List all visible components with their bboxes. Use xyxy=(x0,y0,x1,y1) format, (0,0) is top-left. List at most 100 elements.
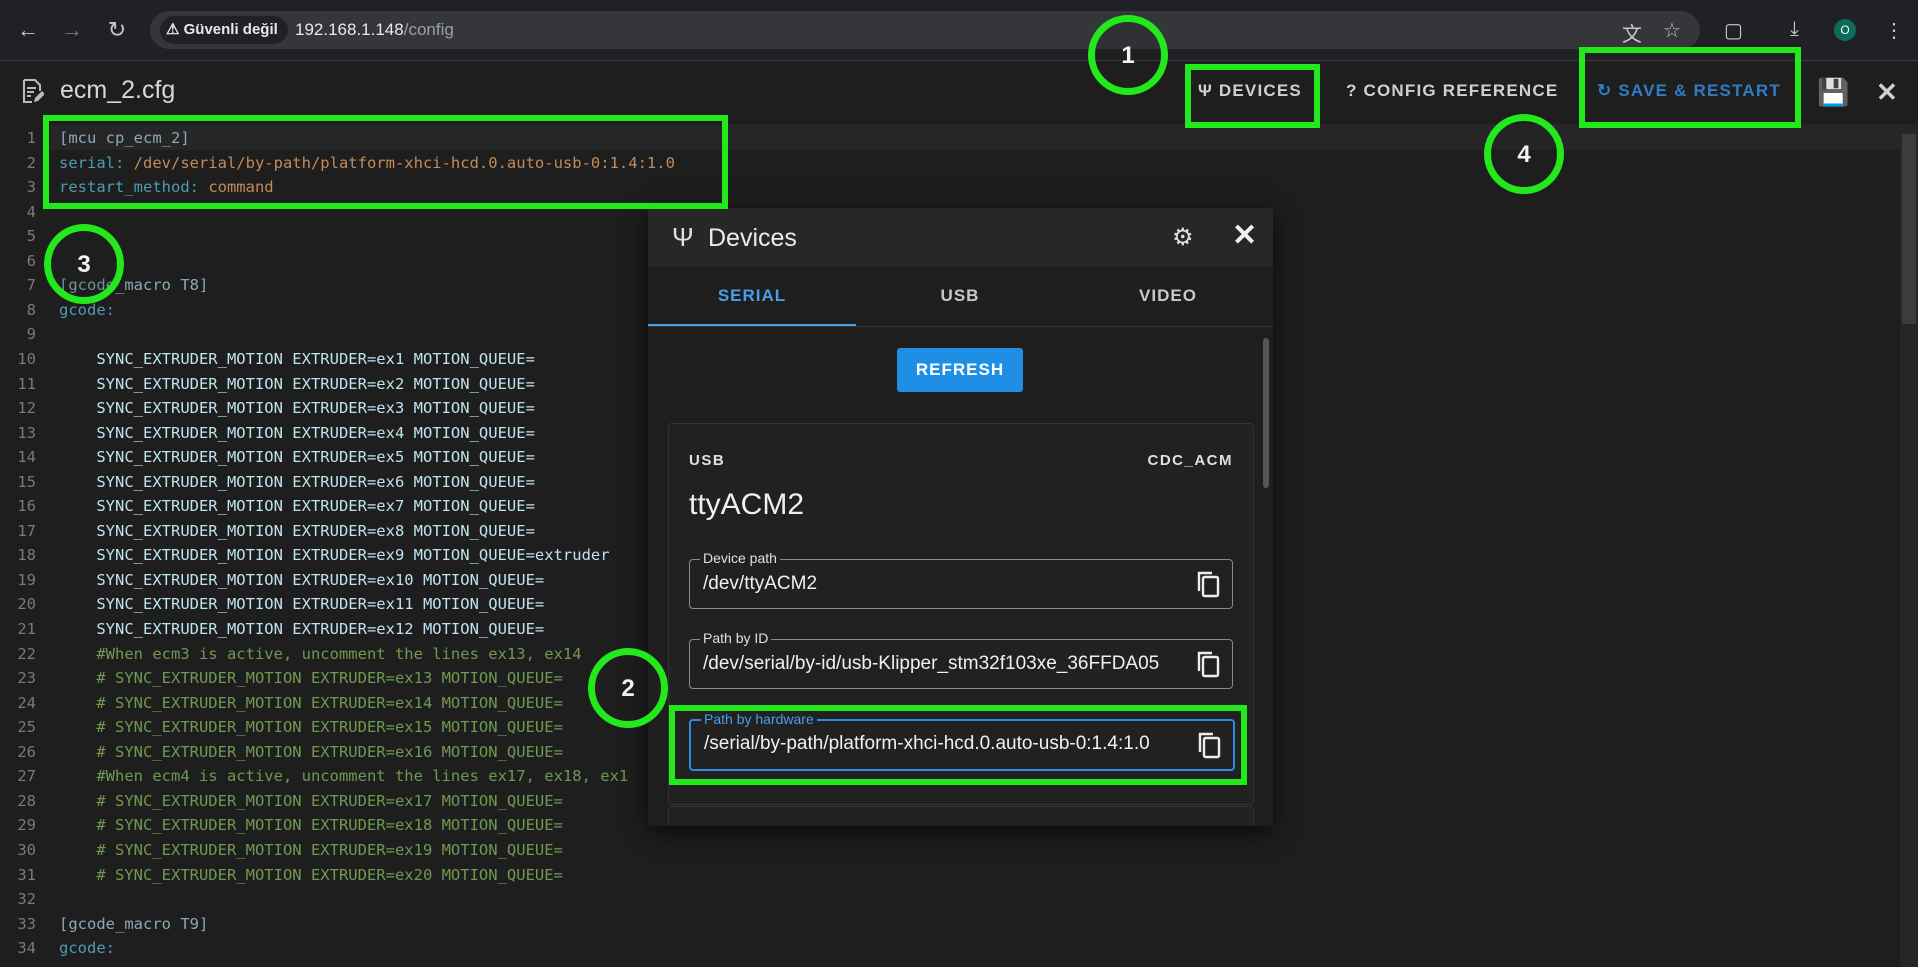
line-content: # SYNC_EXTRUDER_MOTION EXTRUDER=ex13 MOT… xyxy=(59,666,563,690)
address-bar[interactable]: ⚠ Güvenli değil 192.168.1.148/config xyxy=(150,11,1700,49)
line-number: 21 xyxy=(17,620,36,638)
line-content: #When ecm3 is active, uncomment the line… xyxy=(59,642,582,666)
line-number: 10 xyxy=(17,349,36,368)
line-number: 11 xyxy=(17,374,36,393)
extensions-icon[interactable]: ▢ xyxy=(1724,18,1743,43)
line-number: 26 xyxy=(17,742,36,761)
code-line[interactable]: 31 # SYNC_EXTRUDER_MOTION EXTRUDER=ex20 … xyxy=(0,863,1900,887)
device-path-label: Device path xyxy=(700,550,780,566)
code-line[interactable]: 34 gcode: xyxy=(0,936,1900,960)
tab-serial[interactable]: SERIAL xyxy=(648,266,856,326)
save-icon[interactable]: 💾 xyxy=(1817,77,1849,108)
line-content: SYNC_EXTRUDER_MOTION EXTRUDER=ex10 MOTIO… xyxy=(59,568,544,592)
line-number: 16 xyxy=(17,497,36,516)
code-token: SYNC_EXTRUDER_MOTION EXTRUDER=ex2 MOTION… xyxy=(59,374,535,393)
code-token: SYNC_EXTRUDER_MOTION EXTRUDER=ex10 MOTIO… xyxy=(59,570,545,589)
dialog-title-bar: Ψ Devices ⚙ ✕ xyxy=(648,208,1273,266)
code-token: SYNC_EXTRUDER_MOTION EXTRUDER=ex6 MOTION… xyxy=(59,472,535,491)
back-arrow-icon[interactable]: ← xyxy=(14,16,42,44)
line-content: SYNC_EXTRUDER_MOTION EXTRUDER=ex12 MOTIO… xyxy=(59,617,544,641)
line-content: SYNC_EXTRUDER_MOTION EXTRUDER=ex9 MOTION… xyxy=(59,543,610,567)
line-content: SYNC_EXTRUDER_MOTION EXTRUDER=ex11 MOTIO… xyxy=(59,592,544,616)
line-content: # SYNC_EXTRUDER_MOTION EXTRUDER=ex15 MOT… xyxy=(59,715,563,739)
line-number: 30 xyxy=(17,840,36,859)
config-reference-label: CONFIG REFERENCE xyxy=(1363,81,1559,100)
line-content: SYNC_EXTRUDER_MOTION EXTRUDER=ex8 MOTION… xyxy=(59,519,535,543)
url-host: 192.168.1.148 xyxy=(295,20,404,39)
line-number: 14 xyxy=(17,448,36,467)
editor-scrollbar[interactable] xyxy=(1900,124,1918,967)
line-content: SYNC_EXTRUDER_MOTION EXTRUDER=ex5 MOTION… xyxy=(59,445,535,469)
line-content: # SYNC_EXTRUDER_MOTION EXTRUDER=ex19 MOT… xyxy=(59,838,563,862)
path-by-id-field[interactable]: Path by ID /dev/serial/by-id/usb-Klipper… xyxy=(689,630,1233,689)
annotation-number: 3 xyxy=(77,251,91,278)
device-card xyxy=(668,806,1254,826)
device-path-field[interactable]: Device path /dev/ttyACM2 xyxy=(689,550,1233,609)
help-icon: ? xyxy=(1346,81,1358,100)
annotation-marker-2: 2 xyxy=(588,648,668,728)
line-number: 25 xyxy=(17,718,36,737)
refresh-button[interactable]: REFRESH xyxy=(897,348,1023,392)
code-token: SYNC_EXTRUDER_MOTION EXTRUDER=ex12 MOTIO… xyxy=(59,620,545,638)
code-token: SYNC_EXTRUDER_MOTION EXTRUDER=ex1 MOTION… xyxy=(59,349,535,368)
reload-icon[interactable]: ↻ xyxy=(103,16,131,44)
code-token: # SYNC_EXTRUDER_MOTION EXTRUDER=ex17 MOT… xyxy=(59,791,563,810)
code-token: SYNC_EXTRUDER_MOTION EXTRUDER=ex9 MOTION… xyxy=(59,546,610,565)
gear-icon[interactable]: ⚙ xyxy=(1172,223,1194,252)
bookmark-star-icon[interactable]: ☆ xyxy=(1663,18,1681,43)
line-number: 2 xyxy=(26,153,36,172)
path-by-id-value[interactable]: /dev/serial/by-id/usb-Klipper_stm32f103x… xyxy=(703,653,1173,675)
close-icon[interactable]: ✕ xyxy=(1876,77,1898,108)
code-token: # SYNC_EXTRUDER_MOTION EXTRUDER=ex16 MOT… xyxy=(59,742,563,761)
device-name: ttyACM2 xyxy=(689,488,805,521)
line-number: 9 xyxy=(26,325,36,344)
code-token: # SYNC_EXTRUDER_MOTION EXTRUDER=ex19 MOT… xyxy=(59,840,563,859)
annotation-box-save-restart xyxy=(1579,47,1801,128)
copy-icon[interactable] xyxy=(1196,570,1220,598)
dialog-scrollbar[interactable] xyxy=(1263,326,1271,826)
profile-avatar[interactable]: O xyxy=(1834,19,1856,41)
code-token: # SYNC_EXTRUDER_MOTION EXTRUDER=ex14 MOT… xyxy=(59,693,563,712)
security-label: Güvenli değil xyxy=(183,21,278,38)
dialog-title: Devices xyxy=(708,224,797,252)
line-number: 24 xyxy=(17,693,36,712)
line-number: 17 xyxy=(17,521,36,540)
device-driver: CDC_ACM xyxy=(1147,452,1233,469)
forward-arrow-icon[interactable]: → xyxy=(58,16,86,44)
editor-scrollbar-thumb[interactable] xyxy=(1902,134,1916,324)
line-content: SYNC_EXTRUDER_MOTION EXTRUDER=ex3 MOTION… xyxy=(59,396,535,420)
tab-usb[interactable]: USB xyxy=(856,266,1064,326)
config-reference-button[interactable]: ? CONFIG REFERENCE xyxy=(1346,81,1558,101)
annotation-marker-4: 4 xyxy=(1484,114,1564,194)
code-line[interactable]: 30 # SYNC_EXTRUDER_MOTION EXTRUDER=ex19 … xyxy=(0,838,1900,862)
line-number: 3 xyxy=(26,178,36,197)
url-path: /config xyxy=(403,20,454,39)
translate-icon[interactable]: 文 xyxy=(1622,18,1642,47)
line-number: 18 xyxy=(17,546,36,565)
code-line[interactable]: 32 xyxy=(0,887,1900,911)
copy-icon[interactable] xyxy=(1196,650,1220,678)
code-token: SYNC_EXTRUDER_MOTION EXTRUDER=ex4 MOTION… xyxy=(59,423,535,442)
line-content: [gcode_macro T9] xyxy=(59,912,208,936)
line-content: # SYNC_EXTRUDER_MOTION EXTRUDER=ex18 MOT… xyxy=(59,813,563,837)
line-number: 19 xyxy=(17,570,36,589)
line-content: # SYNC_EXTRUDER_MOTION EXTRUDER=ex14 MOT… xyxy=(59,691,563,715)
annotation-number: 2 xyxy=(621,675,635,702)
browser-menu-icon[interactable]: ⋮ xyxy=(1884,18,1904,43)
line-number: 28 xyxy=(17,791,36,810)
tab-video[interactable]: VIDEO xyxy=(1064,266,1272,326)
annotation-number: 4 xyxy=(1517,141,1531,168)
url-text[interactable]: 192.168.1.148/config xyxy=(295,20,454,40)
close-icon[interactable]: ✕ xyxy=(1232,218,1257,253)
code-token: SYNC_EXTRUDER_MOTION EXTRUDER=ex5 MOTION… xyxy=(59,448,535,467)
code-line[interactable]: 33 [gcode_macro T9] xyxy=(0,912,1900,936)
security-indicator[interactable]: ⚠ Güvenli değil xyxy=(160,16,288,44)
device-path-value[interactable]: /dev/ttyACM2 xyxy=(703,573,1173,595)
annotation-box-devices xyxy=(1185,64,1320,128)
line-content: # SYNC_EXTRUDER_MOTION EXTRUDER=ex20 MOT… xyxy=(59,863,563,887)
dialog-scrollbar-thumb[interactable] xyxy=(1263,338,1269,488)
code-token: # SYNC_EXTRUDER_MOTION EXTRUDER=ex15 MOT… xyxy=(59,718,563,737)
file-name: ecm_2.cfg xyxy=(60,76,176,104)
code-token: #When ecm3 is active, uncomment the line… xyxy=(59,644,582,663)
download-icon[interactable]: ⤓ xyxy=(1790,18,1799,41)
